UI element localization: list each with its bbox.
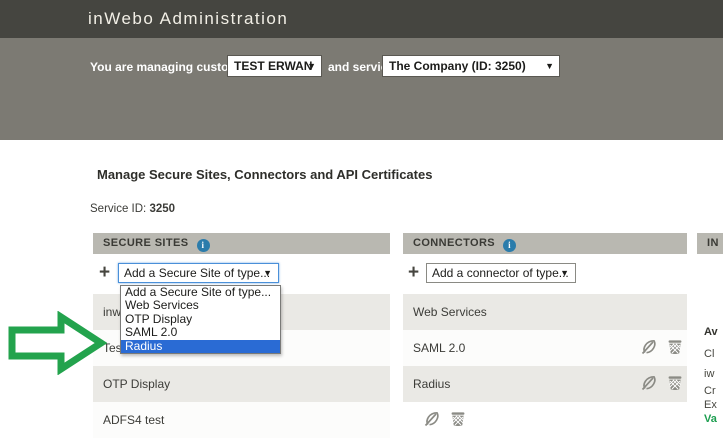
api-panel-text: Ex bbox=[704, 399, 717, 411]
api-panel-text: Cr bbox=[704, 385, 716, 397]
api-certificates-panel-header: IN bbox=[697, 233, 723, 254]
api-panel-text: Cl bbox=[704, 348, 714, 360]
dropdown-option-selected[interactable]: Radius bbox=[121, 340, 280, 353]
secure-site-name: ADFS4 test bbox=[103, 413, 164, 427]
info-icon[interactable]: i bbox=[503, 239, 516, 252]
app-header: inWebo Administration bbox=[0, 0, 723, 38]
edit-icon[interactable] bbox=[641, 375, 658, 392]
service-select[interactable]: The Company (ID: 3250) ▼ bbox=[382, 55, 560, 77]
secure-sites-panel-header: SECURE SITES i bbox=[93, 233, 390, 254]
service-id-label: Service ID: bbox=[90, 203, 146, 215]
delete-icon[interactable] bbox=[450, 411, 467, 428]
connectors-title: CONNECTORS bbox=[413, 237, 495, 249]
dropdown-option[interactable]: Add a Secure Site of type... bbox=[121, 286, 280, 299]
secure-site-name: OTP Display bbox=[103, 377, 170, 391]
connectors-panel-header: CONNECTORS i bbox=[403, 233, 687, 254]
delete-icon[interactable] bbox=[667, 375, 684, 392]
delete-icon[interactable] bbox=[667, 339, 684, 356]
customer-select[interactable]: TEST ERWAN ▼ bbox=[227, 55, 322, 77]
add-secure-site-select[interactable]: Add a Secure Site of type... ▼ bbox=[118, 263, 279, 283]
service-select-value: The Company (ID: 3250) bbox=[389, 59, 526, 73]
chevron-down-icon: ▼ bbox=[307, 56, 316, 76]
table-row: OTP Display bbox=[93, 366, 390, 402]
api-certificates-title: IN bbox=[707, 237, 719, 249]
add-secure-site-select-value: Add a Secure Site of type... bbox=[124, 266, 270, 280]
chevron-down-icon: ▼ bbox=[545, 56, 554, 76]
add-icon[interactable]: + bbox=[99, 264, 110, 282]
add-connector-select[interactable]: Add a connector of type... ▼ bbox=[426, 263, 576, 283]
connector-name: Web Services bbox=[413, 305, 487, 319]
service-id: Service ID: 3250 bbox=[90, 203, 175, 215]
context-bar: You are managing customer: TEST ERWAN ▼ … bbox=[0, 38, 723, 140]
edit-icon[interactable] bbox=[424, 411, 441, 428]
api-panel-text: iw bbox=[704, 368, 714, 380]
add-connector-select-value: Add a connector of type... bbox=[432, 266, 569, 280]
context-row: You are managing customer: TEST ERWAN ▼ … bbox=[0, 55, 723, 79]
dropdown-option[interactable]: OTP Display bbox=[121, 313, 280, 326]
api-panel-text: Va bbox=[704, 413, 717, 425]
connector-name: SAML 2.0 bbox=[413, 341, 465, 355]
customer-select-value: TEST ERWAN bbox=[234, 59, 312, 73]
edit-icon[interactable] bbox=[641, 339, 658, 356]
page-title: Manage Secure Sites, Connectors and API … bbox=[97, 167, 432, 182]
secure-sites-title: SECURE SITES bbox=[103, 237, 189, 249]
info-icon[interactable]: i bbox=[197, 239, 210, 252]
dropdown-option[interactable]: Web Services bbox=[121, 299, 280, 312]
table-row: Radius bbox=[403, 366, 687, 402]
secure-site-type-dropdown: Add a Secure Site of type... Web Service… bbox=[120, 285, 281, 354]
table-row: SAML 2.0 bbox=[403, 330, 687, 366]
annotation-arrow-icon bbox=[5, 311, 107, 375]
dropdown-option[interactable]: SAML 2.0 bbox=[121, 326, 280, 339]
service-id-value: 3250 bbox=[149, 203, 175, 215]
chevron-down-icon: ▼ bbox=[263, 264, 272, 282]
api-panel-text: Av bbox=[704, 326, 718, 338]
connector-name: Radius bbox=[413, 377, 450, 391]
table-row: ADFS4 test bbox=[93, 402, 390, 438]
app-title: inWebo Administration bbox=[88, 9, 288, 29]
add-icon[interactable]: + bbox=[408, 264, 419, 282]
table-row: Web Services bbox=[403, 294, 687, 330]
chevron-down-icon: ▼ bbox=[560, 264, 569, 282]
